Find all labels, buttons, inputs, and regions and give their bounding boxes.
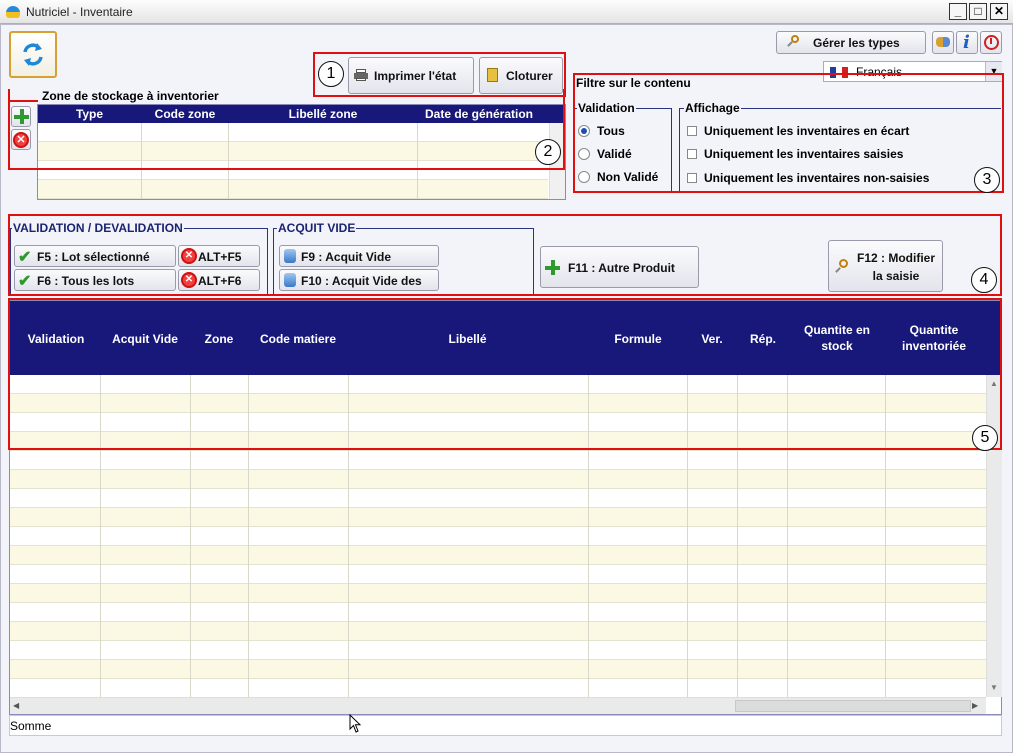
minimize-button[interactable]: _ xyxy=(949,3,967,20)
cursor-icon xyxy=(349,714,362,733)
close-window-button[interactable]: ✕ xyxy=(990,3,1008,20)
callout-box-3 xyxy=(573,73,1004,193)
magnifier-icon xyxy=(787,35,799,49)
table-row[interactable] xyxy=(10,546,986,565)
table-row[interactable] xyxy=(10,660,986,679)
callout-3: 3 xyxy=(974,167,1000,193)
table-row[interactable] xyxy=(38,180,548,199)
scroll-left-icon[interactable]: ◀ xyxy=(13,701,19,710)
sum-label: Somme xyxy=(10,719,52,733)
power-button[interactable] xyxy=(980,31,1002,54)
callout-1: 1 xyxy=(318,61,344,87)
callout-box-5 xyxy=(8,298,1002,450)
table-row[interactable] xyxy=(10,565,986,584)
manage-types-label: Gérer les types xyxy=(813,36,900,50)
scroll-right-icon[interactable]: ▶ xyxy=(972,701,978,710)
window-title: Nutriciel - Inventaire xyxy=(26,5,133,19)
table-row[interactable] xyxy=(10,603,986,622)
callout-box-2 xyxy=(8,89,565,170)
scroll-down-icon[interactable]: ▼ xyxy=(990,683,998,692)
callout-2: 2 xyxy=(535,139,561,165)
table-row[interactable] xyxy=(10,508,986,527)
info-icon: i xyxy=(963,32,970,53)
users-button[interactable] xyxy=(932,31,954,54)
info-button[interactable]: i xyxy=(956,31,978,54)
refresh-button[interactable] xyxy=(9,31,57,78)
table-row[interactable] xyxy=(10,489,986,508)
horizontal-scroll-thumb[interactable] xyxy=(735,700,971,712)
table-row[interactable] xyxy=(10,584,986,603)
table-row[interactable] xyxy=(10,622,986,641)
callout-5: 5 xyxy=(972,425,998,451)
refresh-icon xyxy=(23,43,43,66)
table-row[interactable] xyxy=(10,527,986,546)
table-row[interactable] xyxy=(10,679,986,698)
maximize-button[interactable]: □ xyxy=(969,3,987,20)
table-row[interactable] xyxy=(10,641,986,660)
app-icon xyxy=(6,6,20,18)
sum-row: Somme xyxy=(9,715,1002,736)
title-bar: Nutriciel - Inventaire _ □ ✕ xyxy=(0,0,1013,24)
power-icon xyxy=(984,35,999,50)
table-row[interactable] xyxy=(10,470,986,489)
callout-4: 4 xyxy=(971,267,997,293)
callout-box-4 xyxy=(8,214,1002,296)
horizontal-scrollbar[interactable]: ◀ ▶ xyxy=(10,697,986,714)
table-row[interactable] xyxy=(10,451,986,470)
users-icon xyxy=(936,37,950,47)
manage-types-button[interactable]: Gérer les types xyxy=(776,31,926,54)
